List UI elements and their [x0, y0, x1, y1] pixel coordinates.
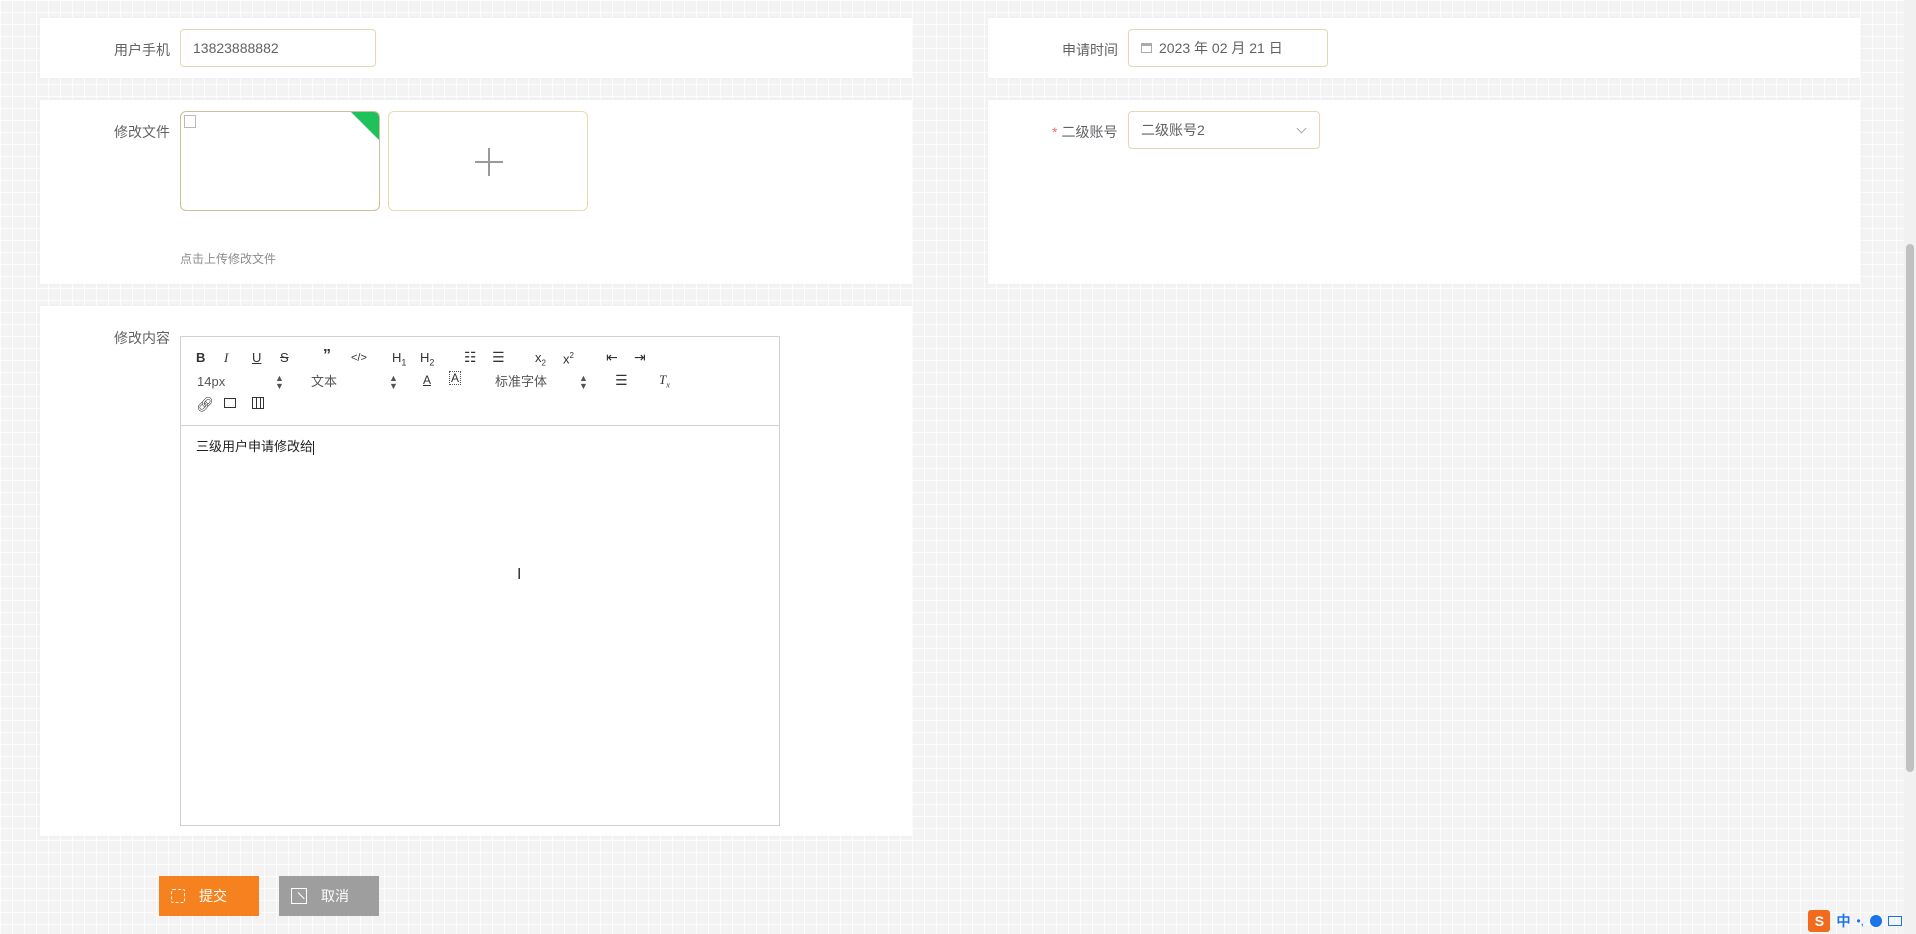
page-scrollbar[interactable] — [1904, 0, 1916, 934]
italic-button[interactable]: I — [224, 349, 228, 367]
outdent-icon[interactable]: ⇤ — [606, 348, 618, 366]
apply-time-picker[interactable]: 2023 年 02 月 21 日 — [1128, 29, 1328, 67]
apply-time-label: 申请时间 — [1062, 42, 1118, 58]
font-family-select[interactable]: 标准字体 — [495, 373, 547, 391]
editor-text: 三级用户申请修改给 — [196, 439, 314, 454]
superscript-button[interactable]: x2 — [563, 347, 574, 368]
ime-tray: S 中 •, — [1808, 910, 1902, 932]
ime-punct-indicator[interactable]: •, — [1856, 914, 1864, 928]
font-family-caret-icon: ▲ ▼ — [579, 373, 588, 391]
video-icon[interactable] — [252, 397, 264, 409]
h1-button[interactable]: H1 — [392, 349, 406, 372]
h2-button[interactable]: H2 — [420, 349, 434, 372]
cancel-label: 取消 — [321, 888, 349, 904]
submit-button[interactable]: 提交 — [159, 876, 259, 916]
font-color-icon[interactable]: A — [423, 371, 431, 389]
underline-button[interactable]: U — [252, 349, 261, 367]
background-color-icon[interactable]: A — [449, 371, 462, 385]
required-mark: * — [1052, 124, 1058, 140]
submit-label: 提交 — [199, 888, 227, 904]
keyboard-icon[interactable] — [1888, 916, 1902, 926]
sub-account-label-text: 二级账号 — [1061, 124, 1118, 140]
upload-success-corner — [351, 112, 379, 140]
font-size-caret-icon: ▲ ▼ — [275, 373, 284, 391]
scrollbar-thumb[interactable] — [1906, 244, 1914, 772]
editor-content[interactable]: 三级用户申请修改给 I — [181, 426, 779, 826]
emoji-icon[interactable] — [1870, 915, 1882, 927]
image-icon[interactable] — [224, 398, 236, 408]
file-hint: 点击上传修改文件 — [180, 252, 277, 266]
sogou-logo-icon[interactable]: S — [1808, 910, 1831, 932]
font-size-select[interactable]: 14px — [197, 373, 225, 391]
block-format-caret-icon: ▲ ▼ — [389, 373, 398, 391]
text-cursor — [313, 440, 315, 455]
cancel-button[interactable]: 取消 — [279, 876, 379, 916]
sub-account-card: * 二级账号 二级账号2 — [988, 100, 1860, 284]
strikethrough-button[interactable]: S — [280, 349, 289, 367]
calendar-icon — [1141, 43, 1152, 53]
add-file-button[interactable] — [388, 111, 588, 211]
broken-image-icon — [184, 115, 196, 128]
uploaded-file-thumb[interactable] — [180, 111, 380, 211]
ibeam-cursor-icon: I — [517, 566, 522, 583]
sub-account-value: 二级账号2 — [1141, 122, 1205, 138]
phone-input[interactable] — [180, 29, 376, 67]
bold-button[interactable]: B — [196, 349, 205, 367]
sub-account-label: * 二级账号 — [1052, 122, 1117, 142]
bullet-list-icon[interactable]: ☰ — [492, 348, 505, 366]
editor-toolbar: B I U S ” </> H1 H2 ☷ ☰ x2 x2 ⇤ ⇥ 14px ▲… — [181, 337, 779, 426]
file-card: 修改文件 点击上传修改文件 — [40, 100, 912, 284]
ordered-list-icon[interactable]: ☷ — [464, 348, 477, 366]
file-label: 修改文件 — [114, 124, 170, 140]
blockquote-button[interactable]: ” — [323, 347, 331, 365]
sub-account-select[interactable]: 二级账号2 — [1128, 111, 1320, 149]
rich-text-editor: B I U S ” </> H1 H2 ☷ ☰ x2 x2 ⇤ ⇥ 14px ▲… — [180, 336, 780, 826]
clear-format-icon[interactable]: Tx — [659, 371, 670, 395]
chevron-down-icon — [1296, 123, 1307, 134]
content-label: 修改内容 — [114, 330, 170, 346]
user-scan-icon — [171, 889, 185, 903]
subscript-button[interactable]: x2 — [535, 349, 546, 373]
link-icon[interactable]: 🔗︎ — [196, 395, 214, 413]
apply-time-card: 申请时间 2023 年 02 月 21 日 — [988, 18, 1860, 78]
code-button[interactable]: </> — [351, 349, 367, 367]
block-format-select[interactable]: 文本 — [311, 373, 337, 391]
indent-icon[interactable]: ⇥ — [634, 348, 646, 366]
align-icon[interactable]: ☰ — [615, 371, 628, 389]
cancel-box-icon — [291, 888, 307, 904]
apply-time-value: 2023 年 02 月 21 日 — [1159, 40, 1283, 56]
phone-card: 用户手机 — [40, 18, 912, 78]
ime-mode-indicator[interactable]: 中 — [1836, 911, 1850, 931]
phone-label: 用户手机 — [114, 42, 170, 58]
plus-icon — [475, 148, 503, 176]
